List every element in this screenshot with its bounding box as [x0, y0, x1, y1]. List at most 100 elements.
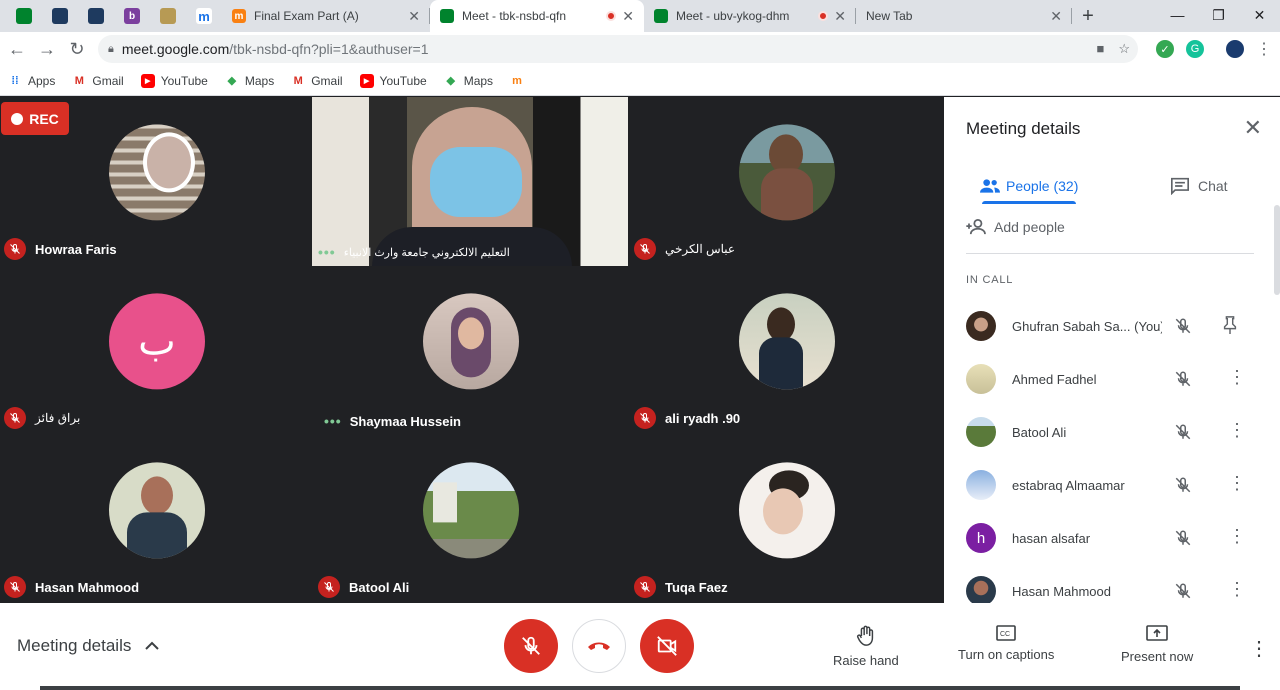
- participant-name-tag: Howraa Faris: [4, 238, 117, 260]
- close-window-icon[interactable]: ✕: [1239, 0, 1280, 30]
- bookmark-apps[interactable]: ⁞⁞ Apps: [8, 74, 55, 88]
- camera-toggle-button[interactable]: [640, 619, 694, 673]
- address-bar[interactable]: 🔒︎ meet.google.com/tbk-nsbd-qfn?pli=1&au…: [98, 35, 1138, 63]
- meeting-details-button[interactable]: Meeting details: [17, 636, 160, 656]
- participant-tile[interactable]: عباس الكرخي: [630, 97, 944, 266]
- captions-icon: CC: [996, 625, 1016, 641]
- profile-avatar[interactable]: [1226, 40, 1244, 58]
- participant-row[interactable]: estabraq Almaamar ⋮: [966, 465, 1266, 505]
- tab-meet-active[interactable]: Meet - tbk-nsbd-qfn ✕: [430, 0, 644, 32]
- pinned-tab-3[interactable]: b: [114, 0, 150, 32]
- add-people-label: Add people: [994, 219, 1065, 235]
- participant-tile[interactable]: ب براق فائز: [0, 266, 314, 435]
- tab-new-tab[interactable]: New Tab ✕: [856, 0, 1072, 32]
- participant-tile[interactable]: Batool Ali: [314, 435, 628, 604]
- active-tab-indicator: [982, 201, 1076, 204]
- participant-row[interactable]: Ghufran Sabah Sa... (You): [966, 306, 1266, 346]
- more-options-icon[interactable]: ⋮: [1228, 420, 1246, 441]
- window-controls: — ❐ ✕: [1157, 0, 1280, 30]
- participant-row[interactable]: h hasan alsafar ⋮: [966, 518, 1266, 558]
- maps-icon: ◆: [446, 75, 455, 87]
- participant-tile[interactable]: Tuqa Faez: [630, 435, 944, 604]
- bookmark-youtube-2[interactable]: ▶ YouTube: [359, 73, 427, 88]
- mic-toggle-button[interactable]: [504, 619, 558, 673]
- participant-tile[interactable]: Hasan Mahmood: [0, 435, 314, 604]
- pin-icon[interactable]: [1222, 316, 1238, 334]
- pinned-tab-1[interactable]: [42, 0, 78, 32]
- participant-name: براق فائز: [35, 411, 81, 425]
- bookmark-maps[interactable]: ◆ Maps: [225, 74, 275, 88]
- more-options-icon[interactable]: ⋮: [1228, 526, 1246, 547]
- restore-icon[interactable]: ❐: [1198, 0, 1239, 30]
- participant-name-tag: ali ryadh .90: [634, 407, 740, 429]
- more-options-icon[interactable]: ⋮: [1249, 636, 1269, 661]
- bookmark-maps-2[interactable]: ◆ Maps: [444, 74, 493, 88]
- forward-icon[interactable]: →: [32, 34, 62, 64]
- participant-row[interactable]: Ahmed Fadhel ⋮: [966, 359, 1266, 399]
- chevron-up-icon: [145, 641, 160, 650]
- bookmark-gmail[interactable]: M Gmail: [72, 73, 124, 88]
- close-panel-icon[interactable]: ✕: [1244, 115, 1262, 141]
- bookmark-label: Gmail: [92, 73, 124, 88]
- tab-people-label: People (32): [1006, 178, 1079, 194]
- tab-title: Final Exam Part (A): [254, 9, 359, 23]
- browser-menu-icon[interactable]: ⋮: [1256, 39, 1272, 59]
- tab-chat-label: Chat: [1198, 178, 1228, 194]
- leave-call-button[interactable]: [572, 619, 626, 673]
- raise-hand-button[interactable]: Raise hand: [833, 625, 899, 668]
- mic-off-icon: [1175, 424, 1191, 440]
- reload-icon[interactable]: ↻: [62, 34, 92, 64]
- panel-title: Meeting details: [966, 119, 1081, 138]
- pinned-tab-4[interactable]: [150, 0, 186, 32]
- participant-name: hasan alsafar: [1012, 530, 1091, 546]
- more-options-icon[interactable]: ⋮: [1228, 367, 1246, 388]
- close-icon[interactable]: ✕: [622, 8, 634, 25]
- close-icon[interactable]: ✕: [834, 8, 846, 25]
- mic-off-icon: [4, 576, 26, 598]
- back-icon[interactable]: ←: [2, 34, 32, 64]
- tab-meet-2[interactable]: Meet - ubv-ykog-dhm ✕: [644, 0, 856, 32]
- mic-off-icon: [522, 636, 540, 655]
- meet-icon: [440, 9, 454, 23]
- pinned-tab-5[interactable]: m: [186, 0, 222, 32]
- avatar: h: [966, 523, 996, 553]
- add-people-button[interactable]: Add people: [966, 219, 1065, 235]
- avatar: [739, 292, 835, 389]
- participant-tile[interactable]: ali ryadh .90: [630, 266, 944, 435]
- present-now-button[interactable]: Present now: [1121, 625, 1193, 664]
- participant-video-tile[interactable]: ••• التعليم الالكتروني جامعة وارث الانبيا…: [312, 97, 628, 266]
- close-icon[interactable]: ✕: [408, 8, 420, 25]
- speaking-dots-icon: •••: [324, 413, 342, 429]
- panel-scrollbar[interactable]: [1274, 205, 1280, 295]
- record-dot-icon: [11, 112, 24, 125]
- grammarly-icon[interactable]: G: [1186, 40, 1204, 58]
- close-icon[interactable]: ✕: [1050, 8, 1062, 25]
- tab-chat[interactable]: Chat: [1170, 167, 1228, 205]
- tab-people[interactable]: People (32): [980, 167, 1078, 205]
- pinned-tab-meet[interactable]: [6, 0, 42, 32]
- participant-name: ali ryadh .90: [665, 410, 741, 426]
- new-tab-button[interactable]: +: [1072, 0, 1104, 32]
- participant-name: Tuqa Faez: [665, 579, 728, 595]
- participant-tile[interactable]: ••• Shaymaa Hussein: [314, 266, 628, 435]
- pinned-tab-2[interactable]: [78, 0, 114, 32]
- pinned-tabs: b m: [0, 0, 222, 32]
- more-options-icon[interactable]: ⋮: [1228, 473, 1246, 494]
- captions-button[interactable]: CC Turn on captions: [958, 625, 1054, 662]
- bookmark-moodle[interactable]: m: [510, 74, 530, 88]
- avatar: [966, 364, 996, 394]
- participant-row[interactable]: Batool Ali ⋮: [966, 412, 1266, 452]
- more-options-icon[interactable]: ⋮: [1228, 579, 1246, 600]
- bookmark-youtube[interactable]: ▶ YouTube: [140, 73, 208, 88]
- star-icon[interactable]: ☆: [1118, 41, 1130, 57]
- bookmark-gmail-2[interactable]: M Gmail: [291, 74, 343, 88]
- camera-icon[interactable]: ■: [1096, 41, 1104, 57]
- face-mask: [430, 147, 522, 217]
- participant-name-tag: ••• التعليم الالكتروني جامعة وارث الانبيا…: [318, 244, 510, 260]
- in-call-heading: IN CALL: [966, 274, 1014, 286]
- participant-name-tag: براق فائز: [4, 407, 80, 429]
- avatar: [739, 123, 835, 220]
- check-extension-icon[interactable]: ✓: [1156, 40, 1174, 58]
- tab-final-exam[interactable]: m Final Exam Part (A) ✕: [222, 0, 430, 32]
- minimize-icon[interactable]: —: [1157, 0, 1198, 30]
